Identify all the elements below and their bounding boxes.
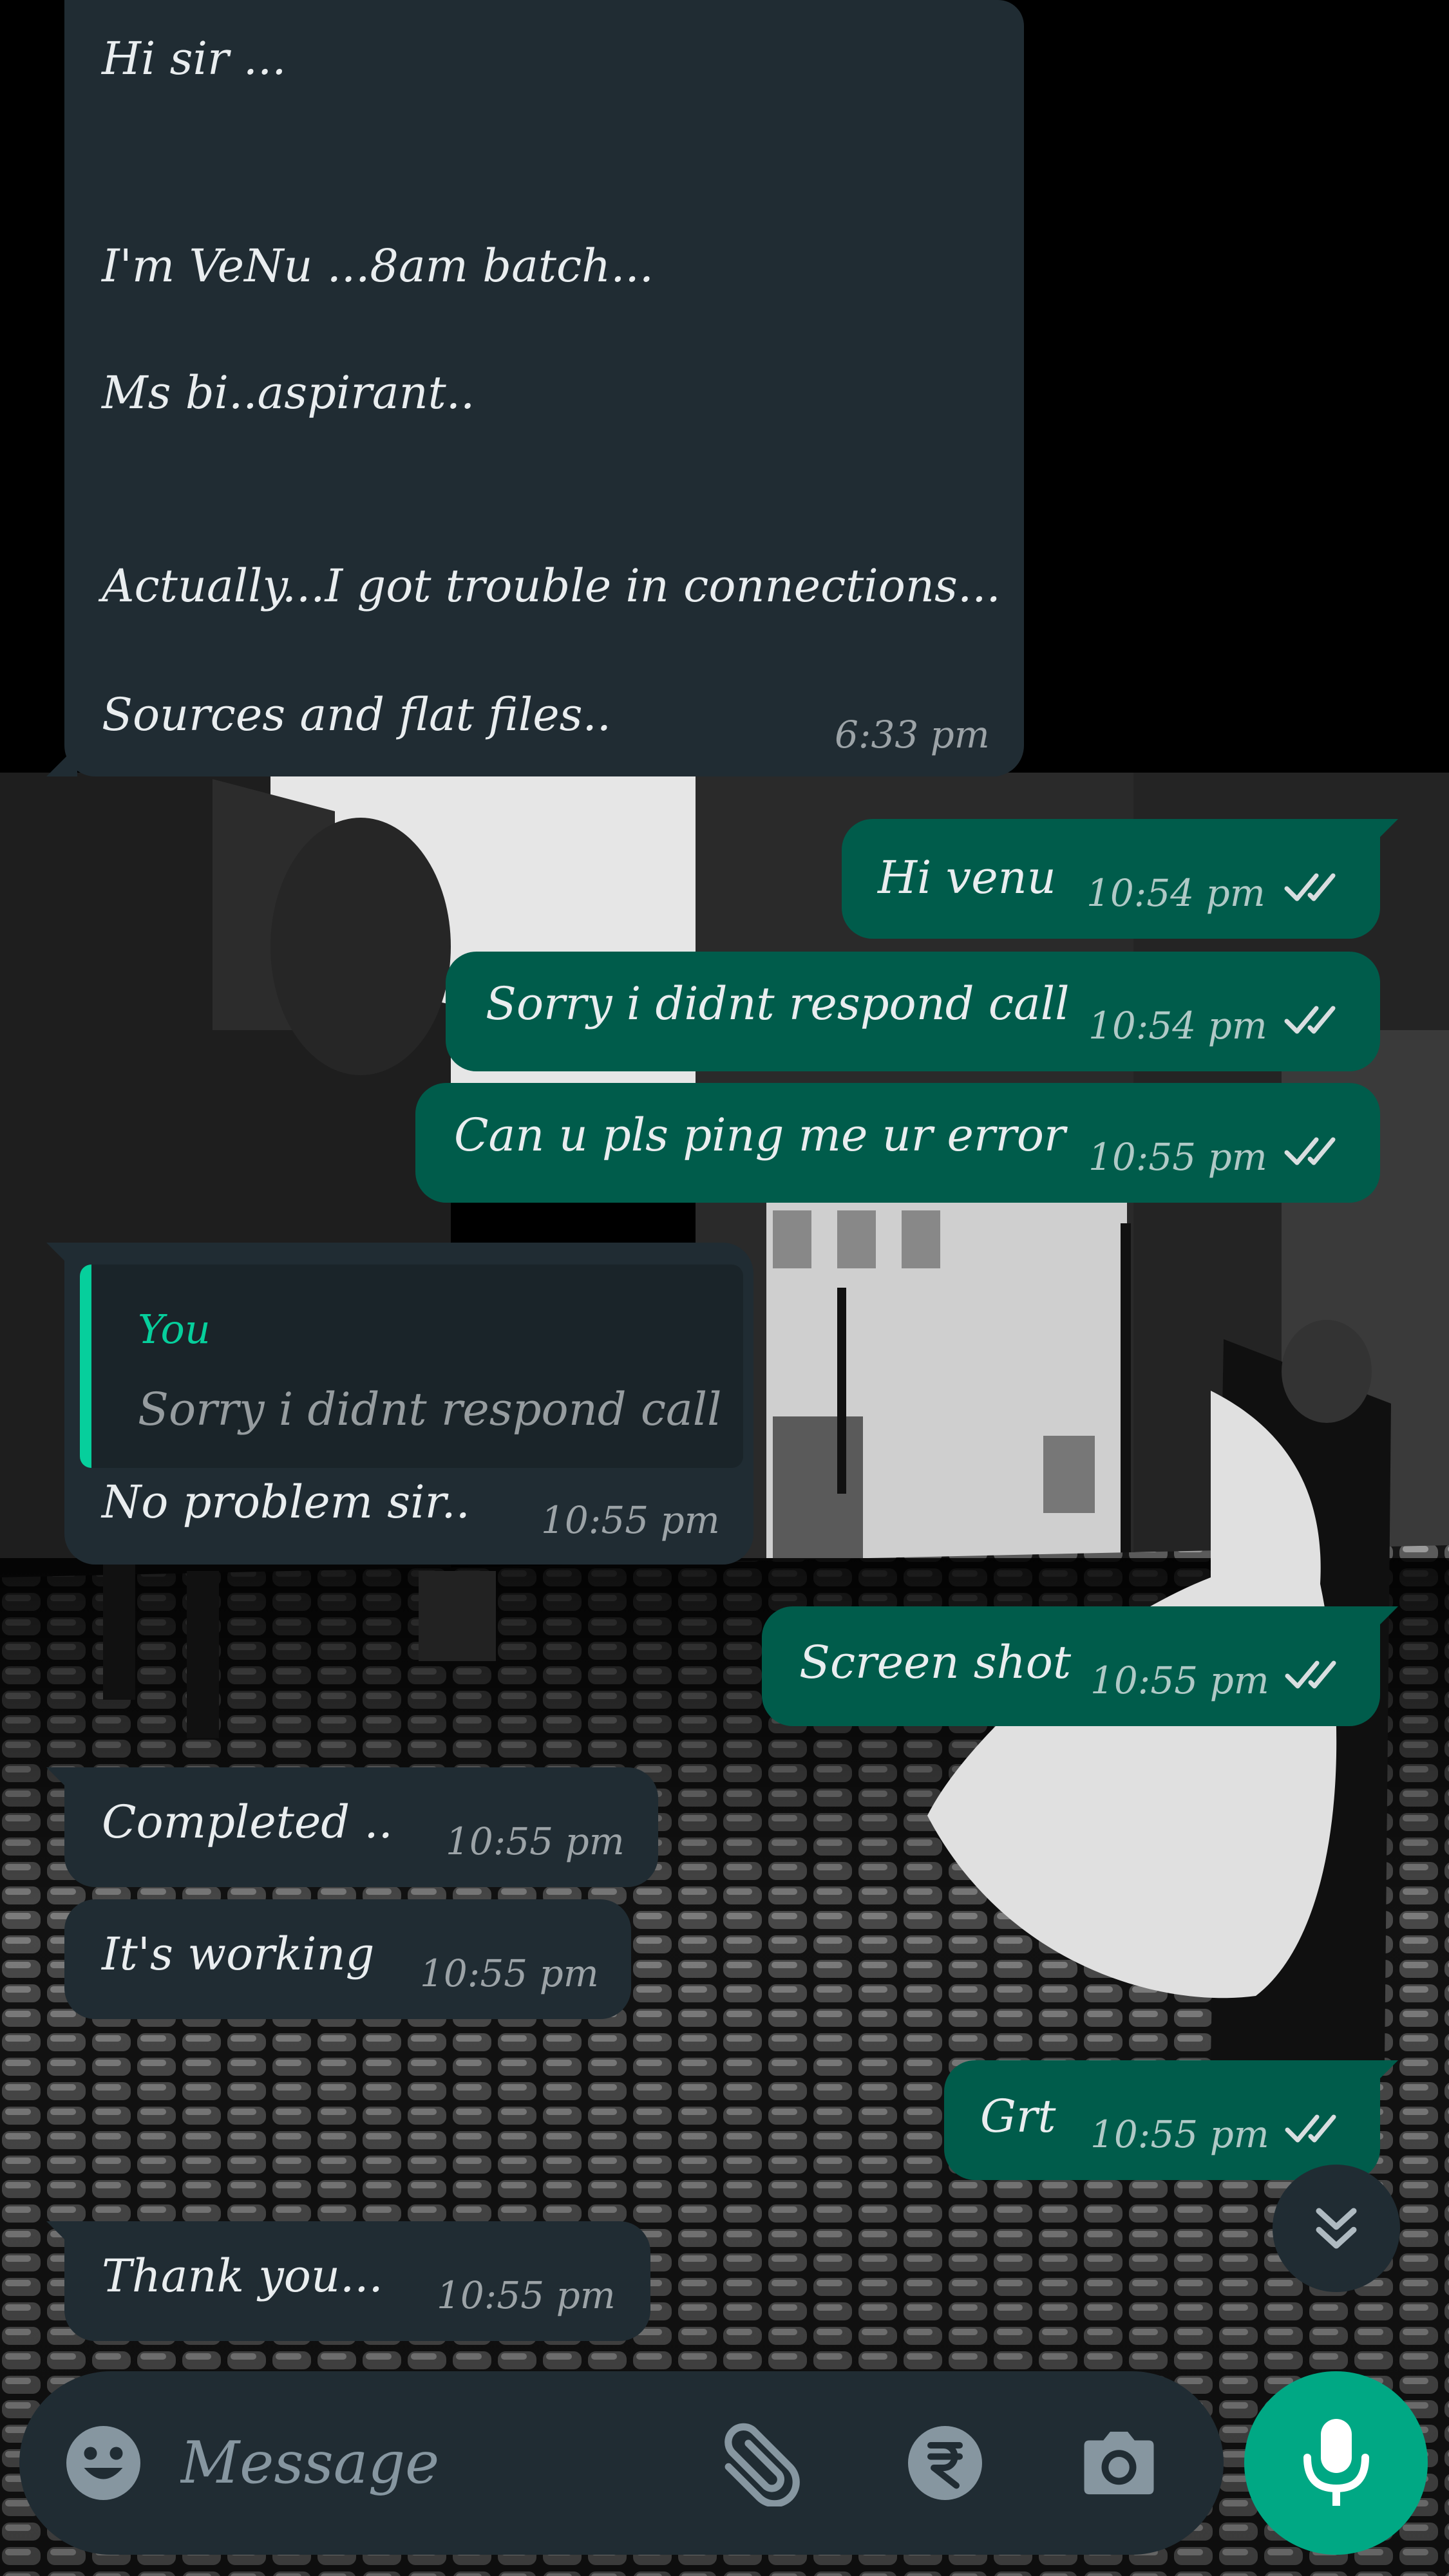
read-receipt-icon bbox=[1283, 870, 1347, 903]
read-receipt-icon bbox=[1283, 2112, 1348, 2144]
message-bubble-incoming[interactable]: It's working 10:55 pm bbox=[64, 1899, 631, 2019]
message-timestamp: 10:55 pm bbox=[437, 2273, 616, 2317]
message-text: No problem sir.. bbox=[102, 1476, 470, 1528]
message-text-line: Hi sir ... bbox=[102, 32, 287, 85]
message-text: Grt bbox=[980, 2090, 1056, 2143]
scroll-to-bottom-button[interactable] bbox=[1273, 2165, 1400, 2292]
message-text-line: Ms bi..aspirant.. bbox=[102, 366, 475, 419]
message-bubble-outgoing[interactable]: Grt 10:55 pm bbox=[944, 2060, 1398, 2180]
message-bubble-incoming[interactable]: Completed .. 10:55 pm bbox=[46, 1767, 658, 1887]
message-bubble-outgoing[interactable]: Screen shot 10:55 pm bbox=[762, 1606, 1398, 1726]
message-text: Thank you... bbox=[102, 2250, 383, 2302]
message-text: Hi venu bbox=[878, 851, 1056, 904]
message-bubble-outgoing[interactable]: Can u pls ping me ur error 10:55 pm bbox=[415, 1083, 1380, 1203]
read-receipt-icon bbox=[1283, 1658, 1348, 1690]
emoji-icon[interactable] bbox=[63, 2423, 144, 2503]
message-text: Screen shot bbox=[799, 1636, 1072, 1689]
quoted-text: Sorry i didnt respond call bbox=[138, 1383, 722, 1436]
message-timestamp: 10:55 pm bbox=[446, 1819, 625, 1863]
rupee-payment-icon[interactable] bbox=[905, 2423, 985, 2503]
message-text: It's working bbox=[102, 1928, 375, 1980]
message-bubble-outgoing[interactable]: Sorry i didnt respond call 10:54 pm bbox=[446, 952, 1380, 1071]
message-bubble-incoming[interactable]: You Sorry i didnt respond call No proble… bbox=[46, 1243, 753, 1565]
message-timestamp: 10:55 pm bbox=[1090, 1659, 1269, 1702]
message-timestamp: 10:54 pm bbox=[1088, 1004, 1267, 1048]
message-text: Sorry i didnt respond call bbox=[486, 977, 1070, 1030]
read-receipt-icon bbox=[1283, 1134, 1347, 1167]
message-text: Completed .. bbox=[102, 1796, 393, 1848]
message-timestamp: 6:33 pm bbox=[835, 713, 990, 757]
message-timestamp: 10:55 pm bbox=[420, 1951, 599, 1995]
message-text-line: I'm VeNu ...8am batch... bbox=[102, 240, 654, 292]
message-timestamp: 10:55 pm bbox=[1090, 2112, 1269, 2156]
message-text-line: Sources and flat files.. bbox=[102, 688, 612, 741]
read-receipt-icon bbox=[1283, 1003, 1347, 1035]
attach-icon[interactable] bbox=[721, 2416, 811, 2506]
message-timestamp: 10:55 pm bbox=[1088, 1135, 1267, 1179]
message-bubble-outgoing[interactable]: Hi venu 10:54 pm bbox=[842, 819, 1398, 939]
message-composer bbox=[19, 2371, 1224, 2555]
quoted-author: You bbox=[138, 1306, 211, 1353]
mic-icon bbox=[1298, 2415, 1375, 2512]
message-text-line: Actually...I got trouble in connections.… bbox=[102, 559, 1001, 612]
chevron-double-down-icon bbox=[1307, 2199, 1365, 2257]
message-input[interactable] bbox=[180, 2410, 708, 2516]
quote-accent-bar bbox=[80, 1264, 91, 1468]
quoted-message[interactable]: You Sorry i didnt respond call bbox=[80, 1264, 743, 1468]
message-timestamp: 10:55 pm bbox=[541, 1498, 720, 1542]
voice-message-button[interactable] bbox=[1244, 2371, 1428, 2555]
message-bubble-incoming[interactable]: Hi sir ... I'm VeNu ...8am batch... Ms b… bbox=[46, 0, 1024, 776]
message-timestamp: 10:54 pm bbox=[1086, 871, 1265, 915]
message-bubble-incoming[interactable]: Thank you... 10:55 pm bbox=[46, 2221, 650, 2341]
camera-icon[interactable] bbox=[1075, 2420, 1162, 2506]
message-text: Can u pls ping me ur error bbox=[454, 1109, 1066, 1161]
